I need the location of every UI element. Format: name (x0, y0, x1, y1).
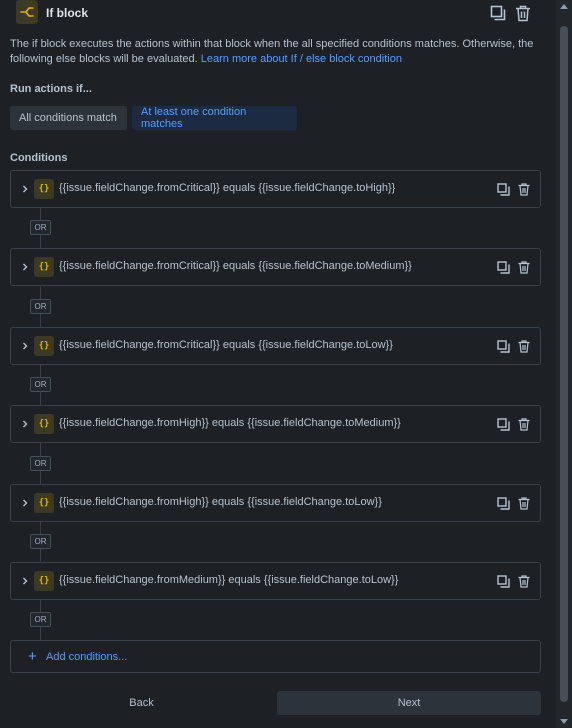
if-block-panel: If block The if block executes the actio… (0, 0, 556, 728)
copy-icon (496, 182, 510, 196)
add-conditions-label: Add conditions... (46, 651, 128, 663)
block-description: The if block executes the actions within… (10, 37, 540, 67)
scrollbar-thumb[interactable] (560, 26, 568, 702)
trash-icon (518, 574, 530, 588)
condition-text: {{issue.fieldChange.fromHigh}} equals {{… (59, 417, 401, 429)
copy-icon (496, 496, 510, 510)
scroll-down-arrow-icon[interactable] (560, 719, 568, 724)
condition-text: {{issue.fieldChange.fromMedium}} equals … (59, 574, 399, 586)
smart-value-icon: {} (34, 179, 54, 199)
duplicate-condition-button[interactable] (495, 495, 511, 511)
copy-icon (496, 417, 510, 431)
trash-icon (518, 339, 530, 353)
condition-row-2[interactable]: {} {{issue.fieldChange.fromCritical}} eq… (10, 248, 541, 286)
copy-icon (496, 260, 510, 274)
condition-row-5[interactable]: {} {{issue.fieldChange.fromHigh}} equals… (10, 484, 541, 522)
branch-icon (16, 0, 38, 24)
condition-text: {{issue.fieldChange.fromCritical}} equal… (59, 339, 393, 351)
delete-condition-button[interactable] (516, 181, 532, 197)
learn-more-link[interactable]: Learn more about If / else block conditi… (201, 53, 402, 65)
delete-condition-button[interactable] (516, 338, 532, 354)
condition-text: {{issue.fieldChange.fromHigh}} equals {{… (59, 496, 382, 508)
condition-text: {{issue.fieldChange.fromCritical}} equal… (59, 260, 412, 272)
chevron-right-icon[interactable] (20, 341, 30, 351)
condition-text: {{issue.fieldChange.fromCritical}} equal… (59, 182, 396, 194)
block-title: If block (46, 6, 89, 20)
condition-row-1[interactable]: {} {{issue.fieldChange.fromCritical}} eq… (10, 170, 541, 208)
duplicate-condition-button[interactable] (495, 181, 511, 197)
trash-icon (518, 417, 530, 431)
trash-icon (518, 496, 530, 510)
or-separator: OR (30, 299, 51, 314)
panel-header: If block (0, 0, 556, 26)
delete-condition-button[interactable] (516, 259, 532, 275)
duplicate-block-button[interactable] (488, 3, 508, 23)
delete-condition-button[interactable] (516, 416, 532, 432)
conditions-label: Conditions (10, 152, 68, 164)
option-at-least-one-condition-matches[interactable]: At least one condition matches (132, 106, 297, 130)
or-separator: OR (30, 534, 51, 549)
scrollbar[interactable] (556, 0, 572, 728)
delete-block-button[interactable] (513, 3, 533, 23)
or-separator: OR (30, 612, 51, 627)
smart-value-icon: {} (34, 336, 54, 356)
chevron-right-icon[interactable] (20, 498, 30, 508)
trash-icon (518, 260, 530, 274)
condition-row-4[interactable]: {} {{issue.fieldChange.fromHigh}} equals… (10, 405, 541, 443)
chevron-right-icon[interactable] (20, 262, 30, 272)
duplicate-condition-button[interactable] (495, 338, 511, 354)
scroll-up-arrow-icon[interactable] (560, 4, 568, 9)
trash-icon (516, 5, 530, 21)
plus-icon: + (28, 648, 37, 665)
or-separator: OR (30, 456, 51, 471)
or-separator: OR (30, 377, 51, 392)
next-button[interactable]: Next (277, 691, 541, 715)
duplicate-condition-button[interactable] (495, 416, 511, 432)
duplicate-condition-button[interactable] (495, 573, 511, 589)
smart-value-icon: {} (34, 257, 54, 277)
chevron-right-icon[interactable] (20, 419, 30, 429)
chevron-right-icon[interactable] (20, 184, 30, 194)
duplicate-condition-button[interactable] (495, 259, 511, 275)
copy-icon (496, 339, 510, 353)
condition-row-6[interactable]: {} {{issue.fieldChange.fromMedium}} equa… (10, 562, 541, 600)
back-button[interactable]: Back (10, 691, 273, 715)
delete-condition-button[interactable] (516, 573, 532, 589)
run-actions-label: Run actions if... (10, 83, 92, 95)
trash-icon (518, 182, 530, 196)
copy-icon (490, 5, 506, 21)
option-all-conditions-match[interactable]: All conditions match (10, 106, 127, 130)
smart-value-icon: {} (34, 414, 54, 434)
or-separator: OR (30, 220, 51, 235)
condition-row-3[interactable]: {} {{issue.fieldChange.fromCritical}} eq… (10, 327, 541, 365)
smart-value-icon: {} (34, 571, 54, 591)
add-conditions-button[interactable]: + Add conditions... (10, 640, 541, 673)
copy-icon (496, 574, 510, 588)
chevron-right-icon[interactable] (20, 576, 30, 586)
smart-value-icon: {} (34, 493, 54, 513)
delete-condition-button[interactable] (516, 495, 532, 511)
